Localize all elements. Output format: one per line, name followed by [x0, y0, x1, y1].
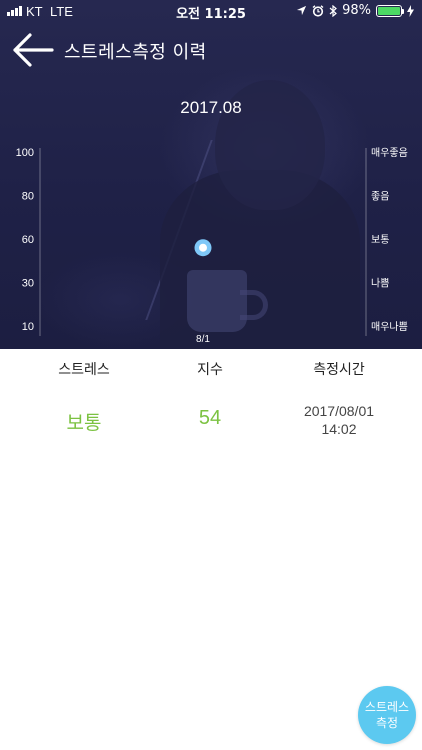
- header-score: 지수: [197, 362, 223, 378]
- stress-level-value: 보통: [66, 412, 102, 434]
- y-tick-label: 60: [22, 234, 34, 246]
- header-measure-time: 측정시간: [313, 362, 365, 378]
- data-point-center: [199, 243, 207, 252]
- table-header: 스트레스 지수 측정시간: [0, 359, 422, 379]
- fab-label-line2: 측정: [375, 716, 399, 730]
- y-tick-label: 30: [22, 278, 34, 290]
- measure-time-value: 2017/08/01 14:02: [280, 402, 398, 438]
- table-row[interactable]: 보통 54 2017/08/01 14:02: [0, 400, 422, 440]
- y-right-tick-label: 나쁨: [371, 278, 389, 290]
- y-right-tick-label: 매우좋음: [371, 147, 408, 159]
- measure-clock: 14:02: [321, 421, 357, 437]
- y-tick-label: 80: [22, 191, 34, 203]
- header-stress: 스트레스: [58, 362, 110, 378]
- y-right-tick-label: 보통: [371, 234, 389, 246]
- fab-label-line1: 스트레스: [364, 700, 410, 714]
- measure-stress-button[interactable]: 스트레스 측정: [358, 686, 416, 744]
- y-right-tick-label: 매우나쁨: [371, 321, 408, 333]
- y-tick-label: 100: [16, 147, 34, 159]
- stress-history-chart: 100 80 60 30 10 매우좋음좋음보통나쁨매우나쁨 8/1: [16, 147, 408, 345]
- stress-score-value: 54: [198, 407, 222, 429]
- measure-date: 2017/08/01: [303, 403, 375, 419]
- y-right-tick-label: 좋음: [371, 191, 389, 203]
- x-tick-label: 8/1: [196, 334, 210, 345]
- y-tick-label: 10: [22, 321, 34, 333]
